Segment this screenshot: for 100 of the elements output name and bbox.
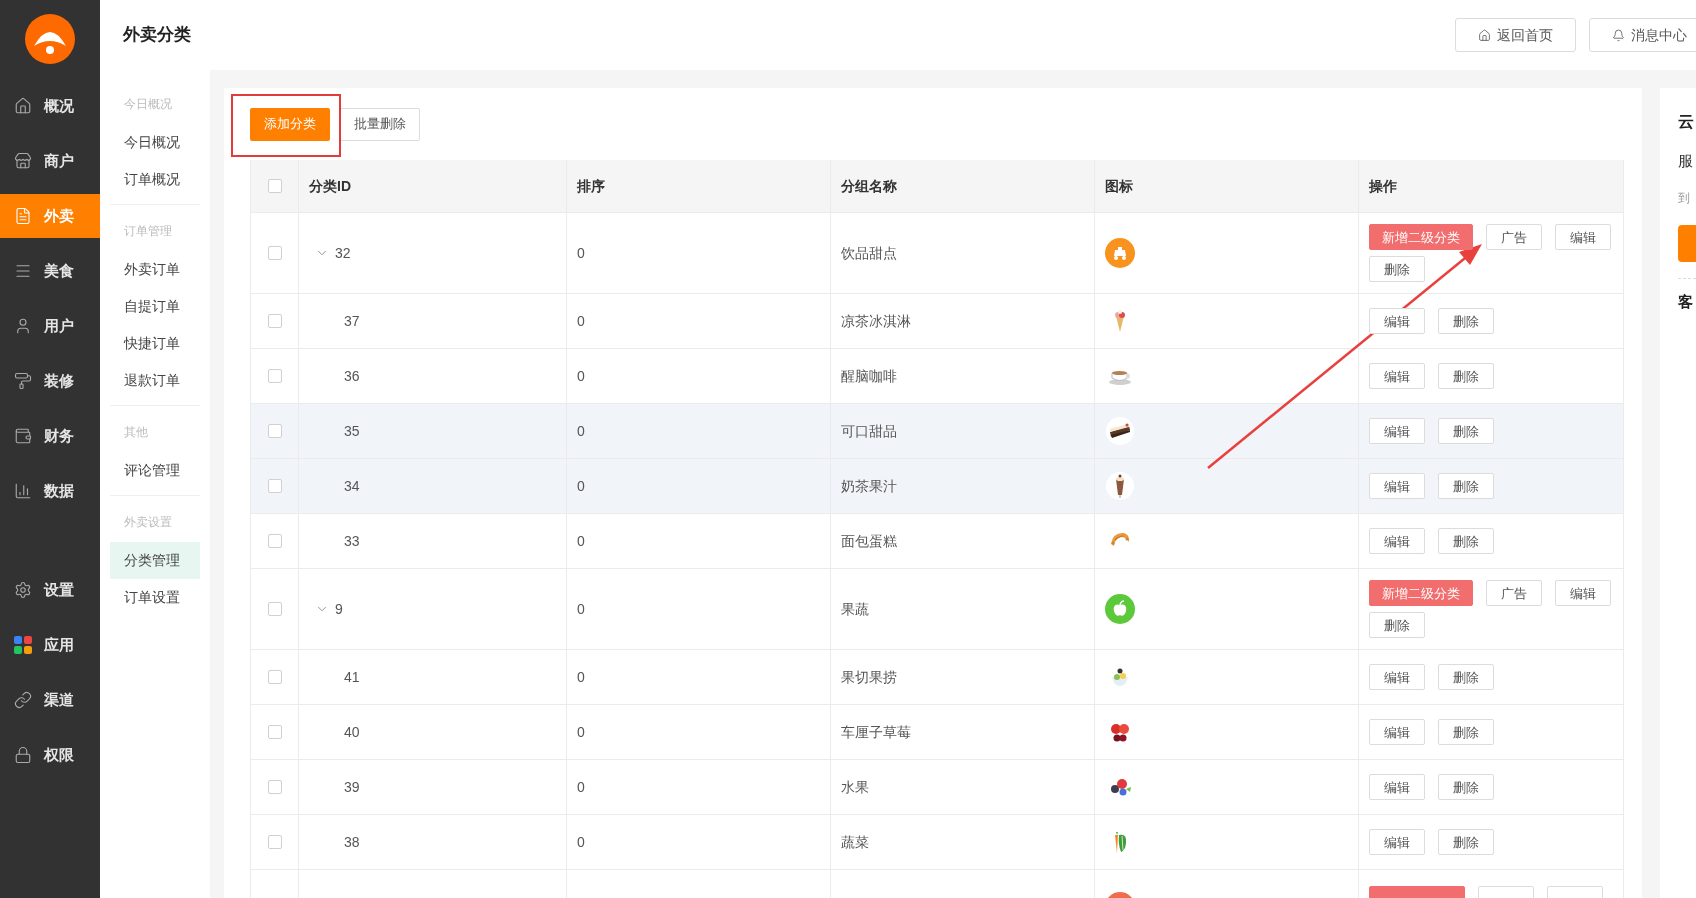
action-button[interactable]: 删除 <box>1438 829 1494 855</box>
table-cell-text: 奶茶果汁 <box>841 476 897 496</box>
nav-item[interactable]: 分类管理 <box>110 542 200 579</box>
table-cell-text: 33 <box>344 531 360 551</box>
table-cell-text: 38 <box>344 832 360 852</box>
settings-icon <box>14 581 32 599</box>
sidebar-item[interactable]: 商户 <box>0 139 100 183</box>
table-cell-text: 可口甜品 <box>841 421 897 441</box>
action-button[interactable]: 删除 <box>1438 363 1494 389</box>
table-cell-text: 0 <box>577 531 585 551</box>
document-icon <box>14 207 32 225</box>
checkbox[interactable] <box>267 534 282 548</box>
table-cell-text: 果切果捞 <box>841 667 897 687</box>
sidebar-item[interactable]: 财务 <box>0 414 100 458</box>
table-cell-text: 39 <box>344 777 360 797</box>
action-button[interactable]: 编辑 <box>1369 829 1425 855</box>
nav-item[interactable]: 快捷订单 <box>110 325 200 362</box>
messages-button[interactable]: 消息中心 <box>1589 18 1696 52</box>
action-button[interactable]: 删除 <box>1438 664 1494 690</box>
action-button[interactable]: 删除 <box>1438 473 1494 499</box>
bell-icon <box>1612 28 1625 42</box>
action-button[interactable] <box>1678 224 1696 262</box>
action-button[interactable]: 编辑 <box>1369 473 1425 499</box>
menu-icon <box>14 262 32 280</box>
action-button[interactable]: 广告 <box>1486 580 1542 606</box>
card-label: 服 <box>1678 151 1694 171</box>
column-header: 操作 <box>1369 176 1397 196</box>
sidebar-item[interactable]: 设置 <box>0 568 100 612</box>
nav-item[interactable]: 外卖订单 <box>110 251 200 288</box>
checkbox[interactable] <box>267 179 282 193</box>
nav-item[interactable]: 订单概况 <box>110 161 200 198</box>
wallet-icon <box>14 427 32 445</box>
checkbox[interactable] <box>267 479 282 493</box>
table-cell-text: 0 <box>577 476 585 496</box>
action-button[interactable]: 广告 <box>1486 224 1542 250</box>
sidebar-item[interactable]: 美食 <box>0 249 100 293</box>
action-button[interactable]: 编辑 <box>1369 363 1425 389</box>
table-cell-text: 果蔬 <box>841 599 869 619</box>
column-header: 排序 <box>577 176 605 196</box>
paint-roller-icon <box>14 372 32 390</box>
table-cell-text: 0 <box>577 777 585 797</box>
table-cell-text: 蔬菜 <box>841 832 869 852</box>
action-button[interactable]: 删除 <box>1369 612 1425 638</box>
action-button[interactable]: 编辑 <box>1369 774 1425 800</box>
table-cell-text: 0 <box>577 599 585 619</box>
action-button[interactable]: 删除 <box>1438 719 1494 745</box>
column-header: 图标 <box>1105 176 1133 196</box>
table-cell-text: 0 <box>577 722 585 742</box>
checkbox[interactable] <box>267 424 282 438</box>
table-cell-text: 饮品甜点 <box>841 243 897 263</box>
action-button[interactable]: 编辑 <box>1369 308 1425 334</box>
table-cell-text: 0 <box>577 667 585 687</box>
action-button[interactable]: 编辑 <box>1369 418 1425 444</box>
table-cell-text: 0 <box>577 243 585 263</box>
nav-item[interactable]: 评论管理 <box>110 452 200 489</box>
nav-item[interactable]: 自提订单 <box>110 288 200 325</box>
sidebar-item[interactable]: 概况 <box>0 84 100 128</box>
store-icon <box>14 152 32 170</box>
sidebar-item[interactable]: 数据 <box>0 469 100 513</box>
table-cell-text: 36 <box>344 366 360 386</box>
home-button[interactable]: 返回首页 <box>1455 18 1576 52</box>
checkbox[interactable] <box>267 835 282 849</box>
nav-group-title: 其他 <box>123 424 149 441</box>
sidebar-item[interactable]: 装修 <box>0 359 100 403</box>
table-cell-text: 34 <box>344 476 360 496</box>
nav-item[interactable]: 今日概况 <box>110 124 200 161</box>
table-cell-text: 37 <box>344 311 360 331</box>
table-cell-text: 35 <box>344 421 360 441</box>
sidebar-item[interactable]: 用户 <box>0 304 100 348</box>
checkbox[interactable] <box>267 670 282 684</box>
card-title: 云 <box>1678 112 1695 132</box>
action-button[interactable]: 删除 <box>1369 256 1425 282</box>
nav-item[interactable]: 退款订单 <box>110 362 200 399</box>
action-button[interactable]: 删除 <box>1438 308 1494 334</box>
action-button[interactable]: 删除 <box>1438 774 1494 800</box>
nav-item[interactable]: 订单设置 <box>110 579 200 616</box>
action-button[interactable]: 编辑 <box>1369 528 1425 554</box>
action-button[interactable]: 删除 <box>1438 418 1494 444</box>
action-button[interactable]: 编辑 <box>1555 224 1611 250</box>
sidebar-item[interactable]: 应用 <box>0 623 100 667</box>
checkbox[interactable] <box>267 314 282 328</box>
checkbox[interactable] <box>267 369 282 383</box>
lock-icon <box>14 746 32 764</box>
sidebar-item[interactable]: 渠道 <box>0 678 100 722</box>
column-header: 分组名称 <box>841 176 897 196</box>
action-button[interactable]: 编辑 <box>1555 580 1611 606</box>
action-button[interactable]: 编辑 <box>1369 719 1425 745</box>
checkbox[interactable] <box>267 602 282 616</box>
table-cell-text: 0 <box>577 311 585 331</box>
table-cell-text: 0 <box>577 421 585 441</box>
checkbox[interactable] <box>267 725 282 739</box>
checkbox[interactable] <box>267 780 282 794</box>
sidebar-item[interactable]: 权限 <box>0 733 100 777</box>
page-title: 外卖分类 <box>123 24 191 47</box>
action-button[interactable]: 删除 <box>1438 528 1494 554</box>
table-cell-text: 32 <box>335 243 351 263</box>
action-button[interactable]: 编辑 <box>1369 664 1425 690</box>
checkbox[interactable] <box>267 246 282 260</box>
user-icon <box>14 317 32 335</box>
batch-delete-button[interactable]: 批量删除 <box>340 107 420 141</box>
